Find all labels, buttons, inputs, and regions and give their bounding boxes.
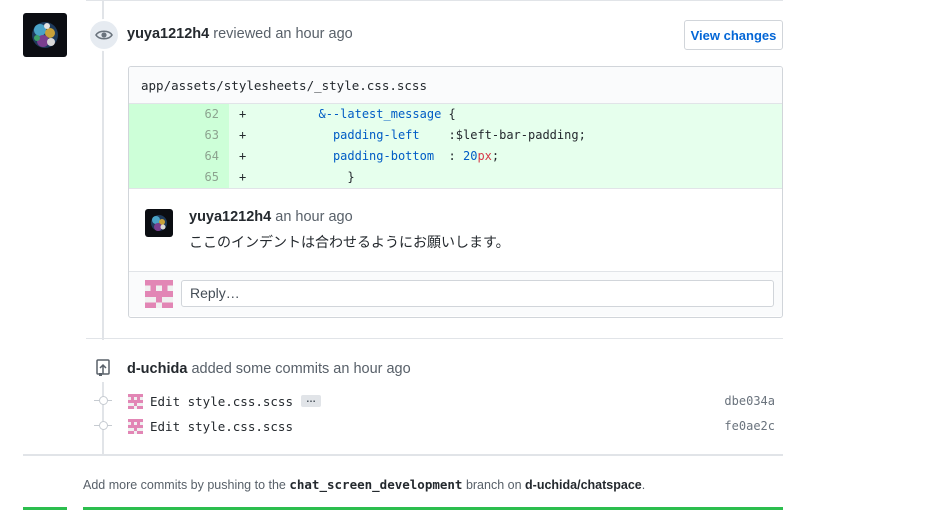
comment-body: ここのインデントは合わせるようにお願いします。 <box>189 234 510 250</box>
review-author-link[interactable]: yuya1212h4 <box>127 26 209 42</box>
branch-name: chat_screen_development <box>289 477 463 492</box>
file-path-link[interactable]: app/assets/stylesheets/_style.css.scss <box>141 78 427 93</box>
review-action: reviewed an hour ago <box>213 26 353 42</box>
push-hint-suffix: . <box>641 478 646 492</box>
comment-author-link[interactable]: yuya1212h4 <box>189 209 271 225</box>
comment-header: yuya1212h4 an hour ago <box>189 209 353 225</box>
push-hint-middle: branch on <box>465 478 522 492</box>
identicon-avatar[interactable] <box>128 418 143 434</box>
commit-sha-link[interactable]: dbe034a <box>724 394 775 408</box>
line-number[interactable]: 64 <box>129 146 229 167</box>
line-number[interactable]: 63 <box>129 125 229 146</box>
diff-line: 64 + padding-bottom : 20px; <box>129 146 782 167</box>
repo-push-icon <box>91 355 115 381</box>
line-number[interactable]: 62 <box>129 104 229 125</box>
commit-message-link[interactable]: Edit style.css.scss <box>150 394 293 409</box>
review-thread-card: app/assets/stylesheets/_style.css.scss 6… <box>128 66 783 318</box>
diff-hunk: 62 + &--latest_message {63 + padding-left … <box>129 104 782 189</box>
code-token: ; <box>491 149 500 163</box>
timeline-divider <box>86 338 783 339</box>
expand-commit-button[interactable]: … <box>301 395 321 407</box>
eye-icon <box>88 19 120 51</box>
commit-row: Edit style.css.scss … dbe034a <box>94 391 783 411</box>
commit-node-icon <box>94 391 112 411</box>
avatar[interactable] <box>23 13 67 57</box>
avatar[interactable] <box>145 209 173 237</box>
diff-line: 63 + padding-left :$left-bar-padding; <box>129 125 782 146</box>
identicon-avatar <box>145 280 173 308</box>
code-token: padding-left <box>332 128 420 142</box>
code-token: px <box>477 149 492 163</box>
diff-line: 65 + } <box>129 167 782 188</box>
diff-line: 62 + &--latest_message { <box>129 104 782 125</box>
repo-link[interactable]: d-uchida/chatspace <box>525 478 642 492</box>
code-token: :$left-bar-padding; <box>419 128 586 142</box>
timeline-line <box>102 0 104 340</box>
push-hint: Add more commits by pushing to the chat_… <box>83 477 645 492</box>
code-token: { <box>441 107 456 121</box>
identicon-avatar[interactable] <box>128 393 143 409</box>
commits-author-link[interactable]: d-uchida <box>127 361 187 377</box>
code-token: : <box>434 149 463 163</box>
commit-node-icon <box>94 416 112 436</box>
code-line: + padding-bottom : 20px; <box>229 146 782 167</box>
commits-event-header: d-uchida added some commits an hour ago <box>127 361 411 377</box>
view-changes-button[interactable]: View changes <box>684 20 783 50</box>
commit-sha-link[interactable]: fe0ae2c <box>724 419 775 433</box>
commit-row: Edit style.css.scss fe0ae2c <box>94 416 783 436</box>
review-header: yuya1212h4 reviewed an hour ago <box>127 26 353 42</box>
code-token: padding-bottom <box>332 149 435 163</box>
code-line: + padding-left :$left-bar-padding; <box>229 125 782 146</box>
line-number[interactable]: 65 <box>129 167 229 188</box>
reply-bar: Reply… <box>129 272 782 316</box>
commit-message-link[interactable]: Edit style.css.scss <box>150 419 293 434</box>
review-comment: yuya1212h4 an hour ago ここのインデントは合わせるようにお… <box>129 189 782 272</box>
code-line: + &--latest_message { <box>229 104 782 125</box>
code-token: &--latest_message <box>318 107 442 121</box>
commits-action: added some commits an hour ago <box>191 361 411 377</box>
code-line: + } <box>229 167 782 188</box>
reply-input[interactable]: Reply… <box>181 280 774 307</box>
push-hint-prefix: Add more commits by pushing to the <box>83 478 286 492</box>
file-path-header: app/assets/stylesheets/_style.css.scss <box>129 67 782 104</box>
code-token: } <box>347 170 355 184</box>
comment-time[interactable]: an hour ago <box>275 209 352 225</box>
code-token: 20 <box>463 149 478 163</box>
top-divider <box>86 0 783 1</box>
timeline-end-divider <box>23 454 783 456</box>
